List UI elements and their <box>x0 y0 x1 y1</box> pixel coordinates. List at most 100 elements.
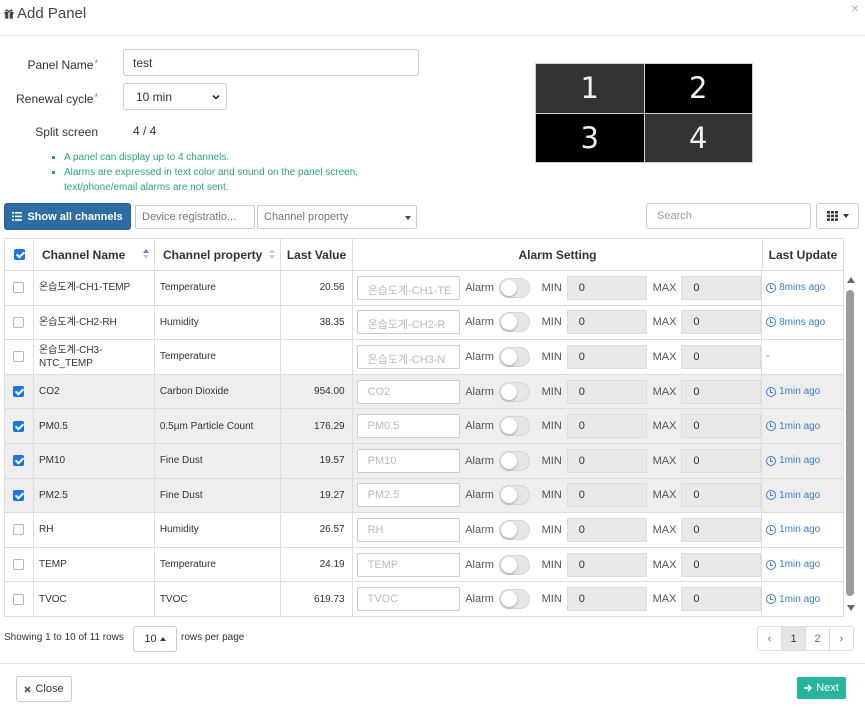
alias-input[interactable]: PM2.5 <box>356 483 461 508</box>
page-prev-button[interactable]: ‹ <box>757 626 782 651</box>
alias-input[interactable]: 온습도계-CH1-TE <box>356 275 461 300</box>
panel-name-input[interactable] <box>123 49 419 76</box>
property-filter-select[interactable]: Channel property <box>257 205 417 229</box>
alias-input[interactable]: 온습도계-CH3-N <box>356 344 461 369</box>
columns-toggle-button[interactable] <box>816 203 859 229</box>
preview-cell: 4 <box>644 113 752 162</box>
scroll-up-icon[interactable] <box>847 277 855 283</box>
max-input[interactable]: 0 <box>681 344 762 369</box>
header-divider <box>0 35 865 36</box>
table-row[interactable]: 온습도계-CH3-NTC_TEMP Temperature 온습도계-CH3-N Al… <box>5 340 844 375</box>
page-button-2[interactable]: 2 <box>805 626 830 651</box>
alias-input[interactable]: PM0.5 <box>356 414 461 439</box>
alias-input[interactable]: CO2 <box>356 379 461 404</box>
max-label: MAX <box>652 558 677 571</box>
min-input[interactable]: 0 <box>566 448 647 473</box>
max-input[interactable]: 0 <box>681 414 762 439</box>
row-checkbox[interactable] <box>13 282 25 294</box>
close-button[interactable]: Close <box>16 676 72 702</box>
row-select-cell <box>5 582 34 616</box>
alarm-toggle[interactable] <box>499 416 530 437</box>
last-update-cell: 1min ago <box>762 443 844 478</box>
last-value-cell: 19.27 <box>281 478 353 513</box>
min-input[interactable]: 0 <box>566 379 647 404</box>
min-label: MIN <box>541 350 562 363</box>
min-input[interactable]: 0 <box>566 344 647 369</box>
alarm-setting-cell: PM0.5 Alarm MIN 0 MAX 0 <box>353 409 763 443</box>
max-input[interactable]: 0 <box>681 448 762 473</box>
alias-input[interactable]: TVOC <box>356 587 461 612</box>
table-row[interactable]: 온습도계-CH2-RH Humidity 38.35 온습도계-CH2-R Alarm M… <box>5 305 844 341</box>
max-input[interactable]: 0 <box>681 379 762 404</box>
show-all-channels-button[interactable]: Show all channels <box>4 203 131 230</box>
next-button[interactable]: Next <box>797 677 846 699</box>
table-row[interactable]: TVOC TVOC 619.73 TVOC Alarm MIN 0 MAX 0 1min ago <box>5 582 844 616</box>
max-input[interactable]: 0 <box>681 483 762 508</box>
row-checkbox[interactable] <box>13 489 25 501</box>
alarm-toggle[interactable] <box>499 485 530 506</box>
min-input[interactable]: 0 <box>566 552 647 577</box>
max-input[interactable]: 0 <box>681 517 762 542</box>
alarm-toggle[interactable] <box>499 312 530 333</box>
min-input[interactable]: 0 <box>566 483 647 508</box>
alarm-toggle[interactable] <box>499 589 530 610</box>
table-row[interactable]: 온습도계-CH1-TEMP Temperature 20.56 온습도계-CH1-TE… <box>5 271 844 306</box>
close-icon[interactable]: × <box>851 0 859 16</box>
row-checkbox[interactable] <box>13 559 25 571</box>
scroll-down-icon[interactable] <box>847 605 855 611</box>
max-label: MAX <box>652 593 677 606</box>
alias-input[interactable]: RH <box>356 517 461 542</box>
row-checkbox[interactable] <box>13 351 25 363</box>
min-input[interactable]: 0 <box>566 310 647 335</box>
table-row[interactable]: PM10 Fine Dust 19.57 PM10 Alarm MIN 0 MAX 0 1min … <box>5 443 844 479</box>
table-row[interactable]: PM0.5 0.5μm Particle Count 176.29 PM0.5 Alar… <box>5 409 844 444</box>
max-input[interactable]: 0 <box>681 587 762 612</box>
max-input[interactable]: 0 <box>681 552 762 577</box>
min-input[interactable]: 0 <box>566 414 647 439</box>
row-checkbox[interactable] <box>13 386 25 398</box>
header-channel-name[interactable]: Channel Name <box>34 239 155 270</box>
select-all-checkbox[interactable] <box>13 249 25 260</box>
channel-property-cell: TVOC <box>155 582 281 616</box>
alarm-toggle[interactable] <box>499 381 530 402</box>
scroll-thumb[interactable] <box>846 290 854 596</box>
alias-input[interactable]: TEMP <box>356 552 461 577</box>
alias-input[interactable]: 온습도계-CH2-R <box>356 310 461 335</box>
page-size-value: 10 <box>144 633 157 645</box>
alarm-setting-cell: CO2 Alarm MIN 0 MAX 0 <box>353 374 763 409</box>
table-row[interactable]: CO2 Carbon Dioxide 954.00 CO2 Alarm MIN 0 MAX 0 1… <box>5 374 844 410</box>
page-size-select[interactable]: 10 <box>133 626 177 652</box>
min-input[interactable]: 0 <box>566 587 647 612</box>
max-input[interactable]: 0 <box>681 310 762 335</box>
row-checkbox[interactable] <box>13 524 25 536</box>
alarm-toggle[interactable] <box>499 554 530 575</box>
min-input[interactable]: 0 <box>566 517 647 542</box>
row-checkbox[interactable] <box>13 455 25 467</box>
channel-name-cell: 온습도계-CH2-RH <box>34 305 155 340</box>
search-input[interactable] <box>646 203 811 229</box>
alarm-toggle[interactable] <box>499 346 530 367</box>
table-row[interactable]: RH Humidity 26.57 RH Alarm MIN 0 MAX 0 1min ago <box>5 513 844 548</box>
list-icon <box>12 212 23 221</box>
alarm-toggle[interactable] <box>499 277 530 298</box>
alias-input[interactable]: PM10 <box>356 448 461 473</box>
header-channel-property[interactable]: Channel property <box>155 239 281 270</box>
last-value-cell: 19.57 <box>281 443 353 478</box>
table-row[interactable]: PM2.5 Fine Dust 19.27 PM2.5 Alarm MIN 0 MAX 0 1mi… <box>5 478 844 514</box>
page-next-button[interactable]: › <box>829 626 854 651</box>
device-filter-select[interactable]: Device registratio... <box>135 205 255 229</box>
row-checkbox[interactable] <box>13 420 25 432</box>
renewal-cycle-select[interactable]: 10 min <box>123 83 227 110</box>
table-row[interactable]: TEMP Temperature 24.19 TEMP Alarm MIN 0 MAX 0 1mi… <box>5 547 844 583</box>
row-checkbox[interactable] <box>13 316 25 328</box>
split-screen-value: 4 / 4 <box>133 124 157 138</box>
alarm-toggle[interactable] <box>499 450 530 471</box>
vertical-scrollbar[interactable] <box>845 271 857 617</box>
page-button-1[interactable]: 1 <box>781 626 806 651</box>
note-item: Alarms are expressed in text color and s… <box>50 165 390 195</box>
row-checkbox[interactable] <box>13 593 25 605</box>
min-input[interactable]: 0 <box>566 275 647 300</box>
preview-cell: 2 <box>644 64 752 113</box>
max-input[interactable]: 0 <box>681 275 762 300</box>
alarm-toggle[interactable] <box>499 519 530 540</box>
